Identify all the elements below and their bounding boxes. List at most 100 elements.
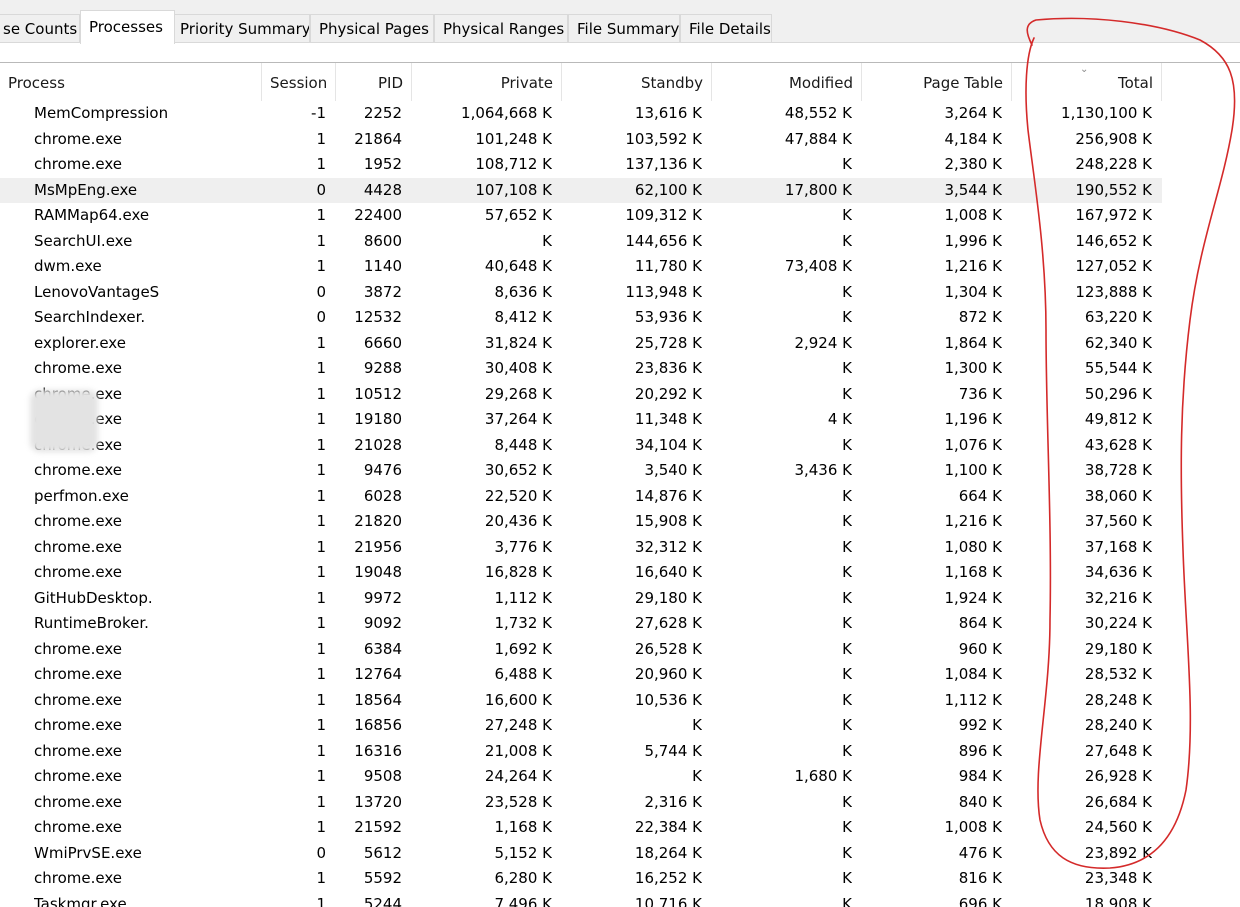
table-row[interactable]: chrome.exe163841,692 K26,528 KK960 K29,1… [0,637,1162,663]
total-cell: 55,544 K [1012,356,1152,381]
column-header-page-table[interactable]: Page Table [862,63,1012,101]
table-row[interactable]: chrome.exe11685627,248 KKK992 K28,240 K [0,713,1162,739]
session-cell: 0 [262,305,326,330]
table-row[interactable]: WmiPrvSE.exe056125,152 K18,264 KK476 K23… [0,841,1162,867]
table-row[interactable]: chrome.exe11918037,264 K11,348 K4 K1,196… [0,407,1162,433]
table-row[interactable]: GitHubDesktop.199721,112 K29,180 KK1,924… [0,586,1162,612]
private-cell: 57,652 K [412,203,552,228]
page-table-cell: 3,264 K [862,101,1002,126]
table-row[interactable]: chrome.exe1210288,448 K34,104 KK1,076 K4… [0,433,1162,459]
tab-priority-summary[interactable]: Priority Summary [171,14,310,42]
table-row[interactable]: MsMpEng.exe04428107,108 K62,100 K17,800 … [0,178,1162,204]
pid-cell: 21956 [336,535,402,560]
modified-cell: K [712,586,852,611]
page-table-cell: 1,008 K [862,203,1002,228]
tab-processes[interactable]: Processes [80,10,175,44]
pid-cell: 9288 [336,356,402,381]
total-cell: 28,532 K [1012,662,1152,687]
modified-cell: K [712,739,852,764]
table-row[interactable]: RAMMap64.exe12240057,652 K109,312 KK1,00… [0,203,1162,229]
tab-physical-pages[interactable]: Physical Pages [310,14,434,42]
redaction-blur [30,390,98,452]
standby-cell: 32,312 K [562,535,702,560]
modified-cell: K [712,484,852,509]
tab-use-counts[interactable]: se Counts [0,14,80,42]
tab-label: Processes [89,18,163,36]
table-row[interactable]: chrome.exe1928830,408 K23,836 KK1,300 K5… [0,356,1162,382]
page-table-cell: 1,084 K [862,662,1002,687]
pid-cell: 16316 [336,739,402,764]
table-row[interactable]: SearchIndexer.0125328,412 K53,936 KK872 … [0,305,1162,331]
process-list[interactable]: Process Session PID Private Standby Modi… [0,62,1240,907]
private-cell: 30,652 K [412,458,552,483]
tab-file-details[interactable]: File Details [680,14,772,42]
table-row[interactable]: chrome.exe1950824,264 KK1,680 K984 K26,9… [0,764,1162,790]
table-row[interactable]: chrome.exe11372023,528 K2,316 KK840 K26,… [0,790,1162,816]
tab-file-summary[interactable]: File Summary [568,14,680,42]
pid-cell: 12764 [336,662,402,687]
table-row[interactable]: chrome.exe11856416,600 K10,536 KK1,112 K… [0,688,1162,714]
table-row[interactable]: chrome.exe121864101,248 K103,592 K47,884… [0,127,1162,153]
table-row[interactable]: LenovoVantageS038728,636 K113,948 KK1,30… [0,280,1162,306]
column-header-pid[interactable]: PID [336,63,412,101]
modified-cell: K [712,280,852,305]
pid-cell: 6028 [336,484,402,509]
modified-cell: K [712,790,852,815]
total-cell: 62,340 K [1012,331,1152,356]
pid-cell: 5244 [336,892,402,907]
total-cell: 167,972 K [1012,203,1152,228]
process-name: RuntimeBroker. [34,611,260,636]
table-row[interactable]: chrome.exe11904816,828 K16,640 KK1,168 K… [0,560,1162,586]
table-row[interactable]: chrome.exe155926,280 K16,252 KK816 K23,3… [0,866,1162,892]
process-name: chrome.exe [34,637,260,662]
table-row[interactable]: chrome.exe1127646,488 K20,960 KK1,084 K2… [0,662,1162,688]
modified-cell: K [712,433,852,458]
standby-cell: 10,536 K [562,688,702,713]
table-row[interactable]: chrome.exe11051229,268 K20,292 KK736 K50… [0,382,1162,408]
column-header-session[interactable]: Session [262,63,336,101]
modified-cell: K [712,841,852,866]
table-row[interactable]: perfmon.exe1602822,520 K14,876 KK664 K38… [0,484,1162,510]
process-name: chrome.exe [34,560,260,585]
page-table-cell: 1,196 K [862,407,1002,432]
table-row[interactable]: MemCompression-122521,064,668 K13,616 K4… [0,101,1162,127]
private-cell: 29,268 K [412,382,552,407]
pid-cell: 8600 [336,229,402,254]
process-name: RAMMap64.exe [34,203,260,228]
table-row[interactable]: explorer.exe1666031,824 K25,728 K2,924 K… [0,331,1162,357]
page-table-cell: 1,924 K [862,586,1002,611]
process-name: LenovoVantageS [34,280,260,305]
table-row[interactable]: SearchUI.exe18600K144,656 KK1,996 K146,6… [0,229,1162,255]
column-header-private[interactable]: Private [412,63,562,101]
table-row[interactable]: chrome.exe1215921,168 K22,384 KK1,008 K2… [0,815,1162,841]
standby-cell: 34,104 K [562,433,702,458]
private-cell: 24,264 K [412,764,552,789]
column-header-process[interactable]: Process [0,63,262,101]
standby-cell: 11,780 K [562,254,702,279]
page-table-cell: 1,168 K [862,560,1002,585]
pid-cell: 6660 [336,331,402,356]
standby-cell: 144,656 K [562,229,702,254]
table-row[interactable]: chrome.exe1219563,776 K32,312 KK1,080 K3… [0,535,1162,561]
session-cell: 1 [262,586,326,611]
standby-cell: 14,876 K [562,484,702,509]
table-row[interactable]: dwm.exe1114040,648 K11,780 K73,408 K1,21… [0,254,1162,280]
table-row[interactable]: Taskmgr.exe152447,496 K10,716 KK696 K18,… [0,892,1162,907]
session-cell: 1 [262,203,326,228]
tab-physical-ranges[interactable]: Physical Ranges [434,14,568,42]
process-name: chrome.exe [34,866,260,891]
modified-cell: K [712,509,852,534]
page-table-cell: 984 K [862,764,1002,789]
column-header-modified[interactable]: Modified [712,63,862,101]
table-row[interactable]: chrome.exe1947630,652 K3,540 K3,436 K1,1… [0,458,1162,484]
column-title: Total [1118,74,1153,92]
table-row[interactable]: chrome.exe11952108,712 K137,136 KK2,380 … [0,152,1162,178]
table-row[interactable]: RuntimeBroker.190921,732 K27,628 KK864 K… [0,611,1162,637]
session-cell: 1 [262,433,326,458]
column-header-standby[interactable]: Standby [562,63,712,101]
table-row[interactable]: chrome.exe11631621,008 K5,744 KK896 K27,… [0,739,1162,765]
process-name: dwm.exe [34,254,260,279]
process-name: chrome.exe [34,739,260,764]
page-table-cell: 840 K [862,790,1002,815]
table-row[interactable]: chrome.exe12182020,436 K15,908 KK1,216 K… [0,509,1162,535]
